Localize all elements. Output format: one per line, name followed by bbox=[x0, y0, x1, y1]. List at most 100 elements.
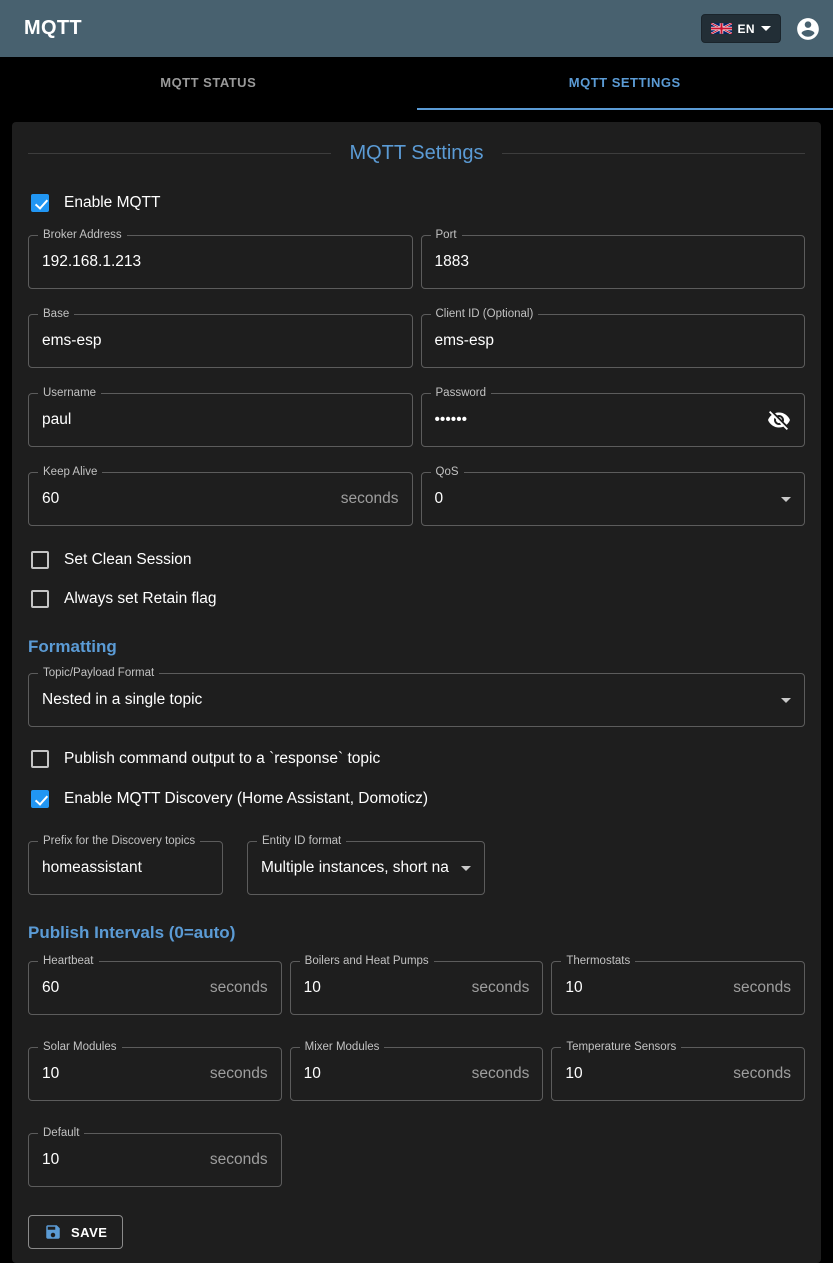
keep-alive-field[interactable]: Keep Alive 60 seconds bbox=[28, 472, 413, 526]
field-label: Username bbox=[38, 387, 101, 399]
publish-intervals-heading: Publish Intervals (0=auto) bbox=[28, 923, 805, 943]
field-label: Heartbeat bbox=[38, 955, 99, 967]
publish-response-checkbox[interactable]: Publish command output to a `response` t… bbox=[31, 747, 805, 771]
field-label: Thermostats bbox=[561, 955, 635, 967]
interval-temperature-field[interactable]: Temperature Sensors 10 seconds bbox=[551, 1047, 805, 1101]
checkbox-label: Always set Retain flag bbox=[64, 590, 217, 608]
settings-card: MQTT Settings Enable MQTT Broker Address… bbox=[12, 122, 821, 1263]
field-label: Password bbox=[431, 387, 492, 399]
discovery-prefix-field[interactable]: Prefix for the Discovery topics homeassi… bbox=[28, 841, 223, 895]
uk-flag-icon bbox=[711, 23, 732, 34]
intervals-grid: Heartbeat 60 seconds Boilers and Heat Pu… bbox=[28, 961, 805, 1187]
caret-down-icon bbox=[761, 26, 771, 31]
field-label: Topic/Payload Format bbox=[38, 667, 159, 679]
field-value: 10 bbox=[42, 1065, 59, 1083]
language-selector-button[interactable]: EN bbox=[701, 14, 781, 43]
username-field[interactable]: Username paul bbox=[28, 393, 413, 447]
client-id-field[interactable]: Client ID (Optional) ems-esp bbox=[421, 314, 806, 368]
dropdown-caret-icon bbox=[781, 497, 791, 502]
field-value: paul bbox=[42, 411, 71, 429]
field-value: 1883 bbox=[435, 253, 469, 271]
field-value: Nested in a single topic bbox=[42, 691, 202, 709]
checkbox-label: Set Clean Session bbox=[64, 551, 192, 569]
field-value: 0 bbox=[435, 490, 444, 508]
toggle-password-visibility-button[interactable] bbox=[767, 408, 791, 432]
interval-heartbeat-field[interactable]: Heartbeat 60 seconds bbox=[28, 961, 282, 1015]
checkbox-icon bbox=[31, 750, 49, 768]
qos-select[interactable]: QoS 0 bbox=[421, 472, 806, 526]
enable-mqtt-checkbox[interactable]: Enable MQTT bbox=[31, 191, 805, 215]
broker-address-field[interactable]: Broker Address 192.168.1.213 bbox=[28, 235, 413, 289]
field-suffix: seconds bbox=[733, 979, 791, 997]
account-icon bbox=[795, 16, 821, 42]
field-suffix: seconds bbox=[341, 490, 399, 508]
field-label: QoS bbox=[431, 466, 464, 478]
visibility-off-icon bbox=[767, 408, 791, 432]
account-button[interactable] bbox=[795, 16, 821, 42]
field-value: ems-esp bbox=[42, 332, 101, 350]
field-value: 10 bbox=[42, 1151, 59, 1169]
field-suffix: seconds bbox=[472, 1065, 530, 1083]
tab-mqtt-settings[interactable]: MQTT SETTINGS bbox=[417, 57, 833, 110]
topic-payload-format-select[interactable]: Topic/Payload Format Nested in a single … bbox=[28, 673, 805, 727]
field-value: 10 bbox=[304, 1065, 321, 1083]
field-label: Entity ID format bbox=[257, 835, 346, 847]
interval-thermostats-field[interactable]: Thermostats 10 seconds bbox=[551, 961, 805, 1015]
dropdown-caret-icon bbox=[461, 866, 471, 871]
field-label: Keep Alive bbox=[38, 466, 102, 478]
mqtt-discovery-checkbox[interactable]: Enable MQTT Discovery (Home Assistant, D… bbox=[31, 787, 805, 811]
field-label: Prefix for the Discovery topics bbox=[38, 835, 200, 847]
interval-mixer-field[interactable]: Mixer Modules 10 seconds bbox=[290, 1047, 544, 1101]
divider-line bbox=[28, 153, 331, 154]
dropdown-caret-icon bbox=[781, 698, 791, 703]
field-label: Broker Address bbox=[38, 229, 127, 241]
field-suffix: seconds bbox=[210, 979, 268, 997]
field-value: Multiple instances, short name bbox=[261, 859, 449, 877]
checkbox-label: Enable MQTT bbox=[64, 194, 160, 212]
port-field[interactable]: Port 1883 bbox=[421, 235, 806, 289]
save-button-label: SAVE bbox=[71, 1225, 107, 1240]
formatting-heading: Formatting bbox=[28, 637, 805, 657]
field-suffix: seconds bbox=[472, 979, 530, 997]
app-bar-actions: EN bbox=[701, 14, 821, 43]
field-value: 10 bbox=[304, 979, 321, 997]
checkbox-icon bbox=[31, 551, 49, 569]
app-title: MQTT bbox=[24, 17, 82, 40]
clean-session-checkbox[interactable]: Set Clean Session bbox=[31, 548, 805, 572]
field-label: Solar Modules bbox=[38, 1041, 122, 1053]
field-value: 10 bbox=[565, 979, 582, 997]
field-value: 60 bbox=[42, 490, 59, 508]
checkbox-label: Enable MQTT Discovery (Home Assistant, D… bbox=[64, 790, 428, 808]
field-suffix: seconds bbox=[210, 1151, 268, 1169]
field-label: Temperature Sensors bbox=[561, 1041, 681, 1053]
field-label: Base bbox=[38, 308, 74, 320]
discovery-fields-row: Prefix for the Discovery topics homeassi… bbox=[28, 841, 805, 895]
save-button[interactable]: SAVE bbox=[28, 1215, 123, 1249]
base-field[interactable]: Base ems-esp bbox=[28, 314, 413, 368]
field-label: Mixer Modules bbox=[300, 1041, 385, 1053]
entity-id-format-select[interactable]: Multiple instances, short name Entity ID… bbox=[247, 841, 485, 895]
app-bar: MQTT EN bbox=[0, 0, 833, 57]
page-title-row: MQTT Settings bbox=[28, 142, 805, 165]
field-value: •••••• bbox=[435, 411, 468, 429]
tab-bar: MQTT STATUS MQTT SETTINGS bbox=[0, 57, 833, 110]
retain-flag-checkbox[interactable]: Always set Retain flag bbox=[31, 587, 805, 611]
field-suffix: seconds bbox=[733, 1065, 791, 1083]
field-value: ems-esp bbox=[435, 332, 494, 350]
field-value: 60 bbox=[42, 979, 59, 997]
field-label: Default bbox=[38, 1127, 84, 1139]
field-suffix: seconds bbox=[210, 1065, 268, 1083]
interval-boilers-field[interactable]: Boilers and Heat Pumps 10 seconds bbox=[290, 961, 544, 1015]
checkbox-icon bbox=[31, 194, 49, 212]
interval-default-field[interactable]: Default 10 seconds bbox=[28, 1133, 282, 1187]
interval-solar-field[interactable]: Solar Modules 10 seconds bbox=[28, 1047, 282, 1101]
field-value: homeassistant bbox=[42, 859, 142, 877]
tab-mqtt-status[interactable]: MQTT STATUS bbox=[0, 57, 417, 110]
password-field[interactable]: Password •••••• bbox=[421, 393, 806, 447]
save-icon bbox=[44, 1223, 62, 1241]
field-label: Port bbox=[431, 229, 462, 241]
page-title: MQTT Settings bbox=[349, 142, 483, 165]
checkbox-icon bbox=[31, 790, 49, 808]
divider-line bbox=[502, 153, 805, 154]
field-value: 192.168.1.213 bbox=[42, 253, 141, 271]
